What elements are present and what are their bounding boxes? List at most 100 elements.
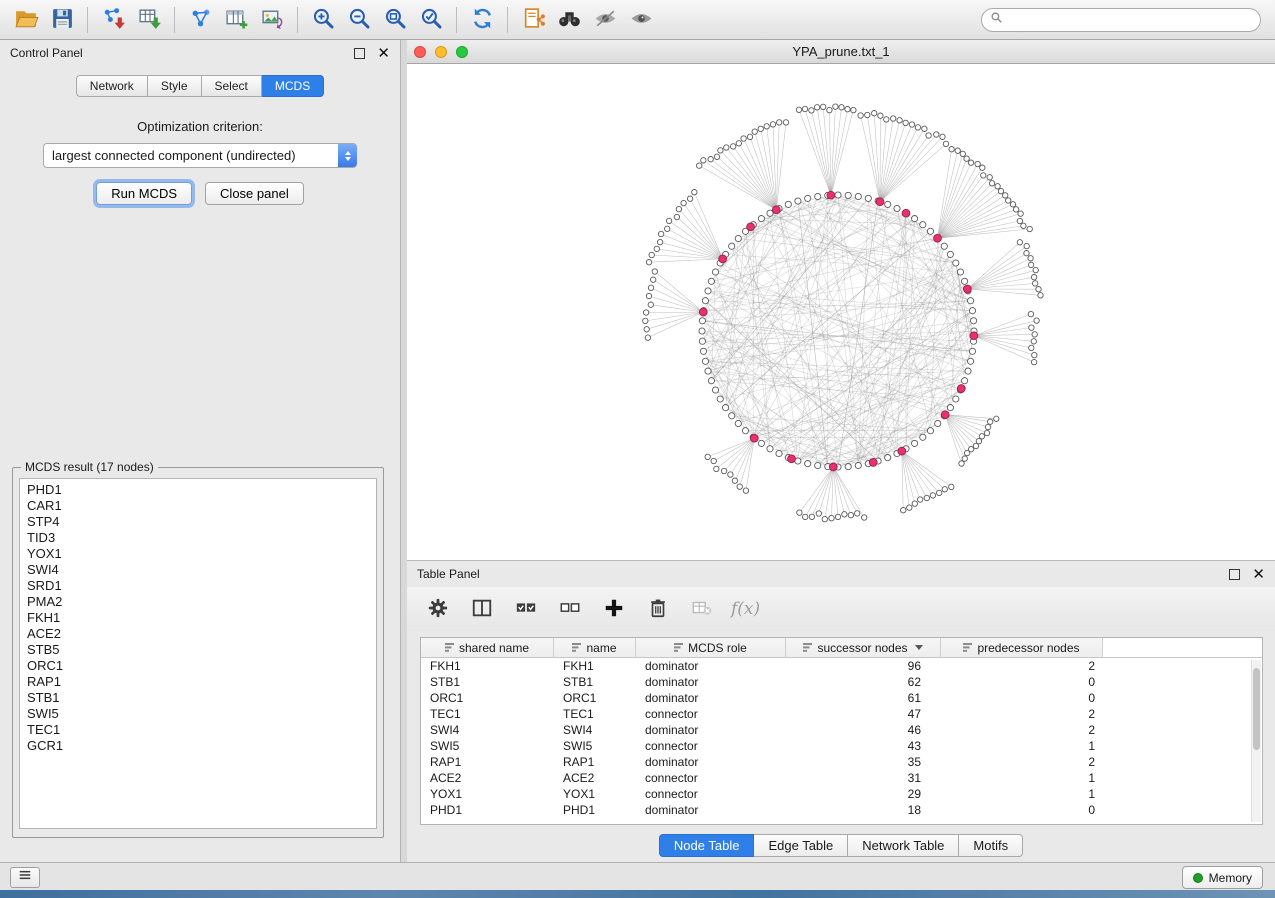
control-panel: Control Panel ✕ NetworkStyleSelectMCDS O… [0, 40, 401, 862]
table-settings-button[interactable] [423, 594, 453, 624]
show-hide-button[interactable] [624, 4, 658, 36]
tab-style[interactable]: Style [148, 75, 202, 97]
column-header-successor-nodes[interactable]: successor nodes [786, 638, 941, 658]
close-panel-button[interactable]: Close panel [205, 182, 304, 205]
memory-button-label: Memory [1209, 871, 1252, 885]
table-row[interactable]: ORC1ORC1dominator610 [421, 690, 1262, 706]
table-cell: dominator [636, 722, 786, 738]
share-document-button[interactable] [516, 4, 550, 36]
zoom-selected-icon [419, 6, 444, 34]
mcds-result-item[interactable]: STB5 [20, 642, 376, 658]
status-bar: Memory [0, 862, 1275, 890]
function-builder-label[interactable]: f(x) [731, 599, 760, 619]
column-header-label: name [586, 641, 616, 655]
float-panel-icon[interactable] [354, 48, 365, 59]
share-document-icon [521, 6, 546, 34]
mcds-result-item[interactable]: TID3 [20, 530, 376, 546]
export-image-button[interactable] [255, 4, 289, 36]
tab-motifs[interactable]: Motifs [959, 834, 1023, 857]
table-row[interactable]: RAP1RAP1dominator352 [421, 754, 1262, 770]
tab-network[interactable]: Network [76, 75, 148, 97]
float-table-panel-icon[interactable] [1229, 569, 1240, 580]
status-menu-button[interactable] [10, 867, 40, 888]
mcds-result-item[interactable]: STB1 [20, 690, 376, 706]
open-file-button[interactable] [9, 4, 43, 36]
import-table-icon [137, 6, 162, 34]
new-network-button[interactable] [183, 4, 217, 36]
close-panel-icon[interactable]: ✕ [377, 49, 390, 58]
import-table-button[interactable] [132, 4, 166, 36]
mcds-result-item[interactable]: SWI5 [20, 706, 376, 722]
tab-select[interactable]: Select [202, 75, 262, 97]
save-button[interactable] [45, 4, 79, 36]
criterion-dropdown[interactable]: largest connected component (undirected) [43, 143, 357, 168]
mcds-result-item[interactable]: GCR1 [20, 738, 376, 754]
zoom-fit-button[interactable] [378, 4, 412, 36]
table-cell: connector [636, 786, 786, 802]
zoom-selected-button[interactable] [414, 4, 448, 36]
mcds-result-item[interactable]: PHD1 [20, 482, 376, 498]
deselect-all-columns-button[interactable] [555, 594, 585, 624]
network-canvas-svg[interactable] [407, 64, 1275, 561]
new-table-button[interactable] [219, 4, 253, 36]
table-cell: 2 [941, 722, 1103, 738]
new-table-icon [224, 6, 249, 34]
delete-table-button[interactable] [687, 594, 717, 624]
mcds-result-item[interactable]: FKH1 [20, 610, 376, 626]
table-cell: 1 [941, 786, 1103, 802]
zoom-in-button[interactable] [306, 4, 340, 36]
mcds-result-item[interactable]: SRD1 [20, 578, 376, 594]
tab-node-table[interactable]: Node Table [659, 834, 755, 857]
run-mcds-button[interactable]: Run MCDS [96, 182, 192, 205]
find-button[interactable] [552, 4, 586, 36]
mcds-result-title: MCDS result (17 nodes) [21, 460, 158, 474]
mcds-result-item[interactable]: ACE2 [20, 626, 376, 642]
column-header-MCDS-role[interactable]: MCDS role [636, 638, 786, 658]
refresh-button[interactable] [465, 4, 499, 36]
table-row[interactable]: PHD1PHD1dominator180 [421, 802, 1262, 818]
import-network-button[interactable] [96, 4, 130, 36]
mcds-result-item[interactable]: TEC1 [20, 722, 376, 738]
mcds-result-item[interactable]: STP4 [20, 514, 376, 530]
create-column-button[interactable] [599, 594, 629, 624]
mcds-result-item[interactable]: CAR1 [20, 498, 376, 514]
table-scrollbar[interactable] [1251, 660, 1261, 822]
criterion-dropdown-value: largest connected component (undirected) [44, 148, 338, 163]
close-table-panel-icon[interactable]: ✕ [1252, 570, 1265, 579]
zoom-out-button[interactable] [342, 4, 376, 36]
search-input[interactable] [1008, 12, 1252, 28]
table-row[interactable]: YOX1YOX1connector291 [421, 786, 1262, 802]
style-eye-icon [593, 6, 618, 34]
column-header-predecessor-nodes[interactable]: predecessor nodes [941, 638, 1103, 658]
mcds-result-item[interactable]: YOX1 [20, 546, 376, 562]
table-cell: dominator [636, 802, 786, 818]
table-row[interactable]: SWI5SWI5connector431 [421, 738, 1262, 754]
tab-network-table[interactable]: Network Table [848, 834, 959, 857]
table-cell [1103, 674, 1262, 690]
table-row[interactable]: STB1STB1dominator620 [421, 674, 1262, 690]
table-row[interactable]: FKH1FKH1dominator962 [421, 658, 1262, 674]
table-row[interactable]: TEC1TEC1connector472 [421, 706, 1262, 722]
delete-column-button[interactable] [643, 594, 673, 624]
select-all-columns-button[interactable] [511, 594, 541, 624]
table-cell: SWI5 [554, 738, 636, 754]
table-scrollbar-thumb[interactable] [1253, 668, 1260, 750]
toolbar-separator [456, 7, 457, 33]
tab-mcds[interactable]: MCDS [262, 75, 324, 97]
table-row[interactable]: ACE2ACE2connector311 [421, 770, 1262, 786]
mcds-result-item[interactable]: PMA2 [20, 594, 376, 610]
show-columns-button[interactable] [467, 594, 497, 624]
mcds-result-item[interactable]: RAP1 [20, 674, 376, 690]
table-cell: STB1 [554, 674, 636, 690]
mcds-result-item[interactable]: ORC1 [20, 658, 376, 674]
table-row[interactable]: SWI4SWI4dominator462 [421, 722, 1262, 738]
table-cell: 0 [941, 690, 1103, 706]
mcds-result-item[interactable]: SWI4 [20, 562, 376, 578]
style-preview-button[interactable] [588, 4, 622, 36]
mcds-result-list[interactable]: PHD1CAR1STP4TID3YOX1SWI4SRD1PMA2FKH1ACE2… [19, 478, 377, 829]
tab-edge-table[interactable]: Edge Table [754, 834, 848, 857]
memory-button[interactable]: Memory [1182, 866, 1263, 889]
column-header-name[interactable]: name [554, 638, 636, 658]
gear-icon [427, 597, 449, 622]
column-header-shared-name[interactable]: shared name [421, 638, 554, 658]
